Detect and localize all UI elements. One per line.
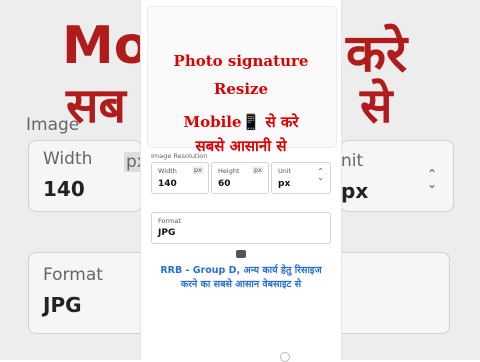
overlay-title-line2: Resize <box>213 80 269 98</box>
height-field[interactable]: Height px 60 <box>211 162 269 194</box>
center-panel: Photo signature Resize Cr Mobile📱 से करे… <box>140 0 342 360</box>
bg-width-value: 140 <box>43 177 85 201</box>
height-field-value: 60 <box>218 179 231 189</box>
bg-image-label: Image <box>26 115 80 135</box>
unit-chevron-icon: ⌃ ⌄ <box>317 167 324 182</box>
format-select-value: JPG <box>158 228 176 238</box>
scroll-indicator[interactable] <box>280 352 290 362</box>
bg-format-value: JPG <box>43 293 82 317</box>
width-unit-chip: px <box>192 166 204 174</box>
bg-unit-label: nit <box>341 151 364 171</box>
unit-select-label: Unit <box>278 167 292 175</box>
bg-format-label: Format <box>43 265 103 285</box>
overlay-title-line1: Photo signature <box>173 52 309 70</box>
format-select[interactable]: Format JPG <box>151 212 331 244</box>
bg-unit-chevron-icon: ⌃ ⌄ <box>427 167 438 191</box>
width-field[interactable]: Width px 140 <box>151 162 209 194</box>
bg-width-label: Width <box>43 149 93 169</box>
overlay-subtitle-line1: Mobile📱 से करे <box>183 113 299 131</box>
width-field-label: Width <box>158 167 177 175</box>
bg-headline-left-1: Mo <box>62 16 150 76</box>
width-field-value: 140 <box>158 179 177 189</box>
resolution-section-label: Image Resolution <box>151 152 208 160</box>
panel-content[interactable]: Photo signature Resize Cr Mobile📱 से करे… <box>141 0 341 360</box>
unit-select[interactable]: Unit px ⌃ ⌄ <box>271 162 331 194</box>
bg-unit-card: nit px ⌃ ⌄ <box>340 140 454 212</box>
drag-handle-icon-2[interactable] <box>236 250 246 258</box>
description-text: RRB - Group D, अन्य कार्य हेतु रिसाइज कर… <box>160 265 322 290</box>
bg-unit-value: px <box>341 179 369 203</box>
unit-select-value: px <box>278 179 291 189</box>
bg-width-card: Width 140 <box>28 140 142 212</box>
height-field-label: Height <box>218 167 240 175</box>
format-select-label: Format <box>158 217 181 225</box>
height-unit-chip: px <box>252 166 264 174</box>
bg-headline-right-2: से <box>360 78 393 134</box>
